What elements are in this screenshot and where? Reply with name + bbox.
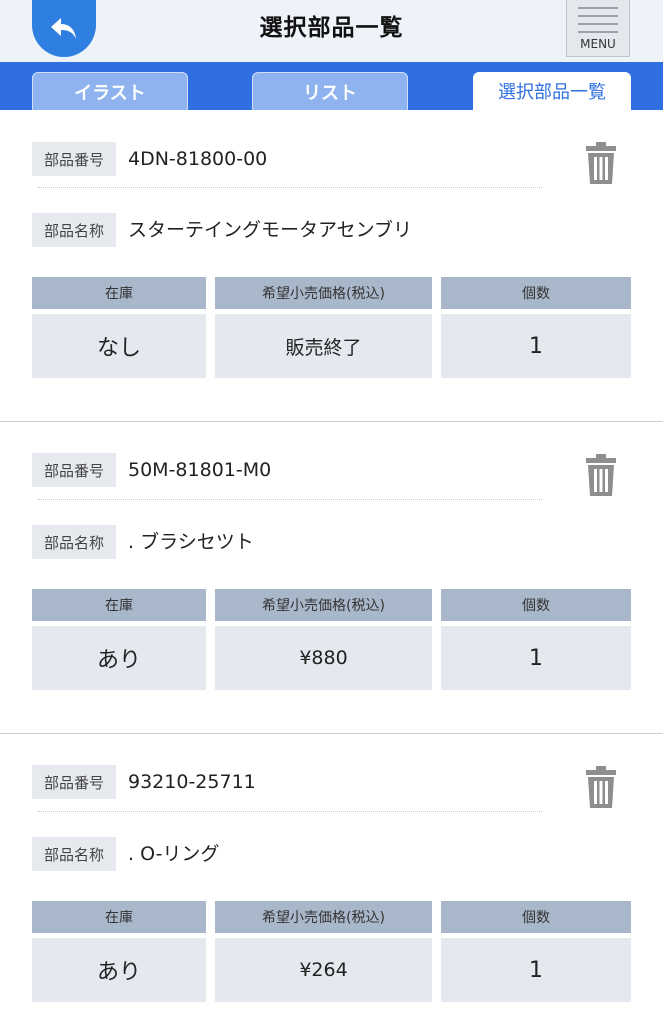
quantity-header: 個数 xyxy=(441,589,631,621)
part-card: 部品番号 50M-81801-M0 部品名称 . ブラシセツト 在庫 希望小売価… xyxy=(0,422,663,734)
stock-header: 在庫 xyxy=(32,901,206,933)
part-card: 部品番号 4DN-81800-00 部品名称 スターテイングモータアセンブリ 在… xyxy=(0,110,663,422)
page-title: 選択部品一覧 xyxy=(259,15,404,41)
part-name-label: 部品名称 xyxy=(32,525,116,559)
part-number-label: 部品番号 xyxy=(32,765,116,799)
price-value: ¥880 xyxy=(215,626,432,690)
part-name-label: 部品名称 xyxy=(32,213,116,247)
quantity-header: 個数 xyxy=(441,901,631,933)
part-name-value: スターテイングモータアセンブリ xyxy=(128,219,413,241)
price-header: 希望小売価格(税込) xyxy=(215,901,432,933)
header: 選択部品一覧 MENU xyxy=(0,0,663,62)
stock-value: あり xyxy=(32,626,206,690)
price-header: 希望小売価格(税込) xyxy=(215,277,432,309)
part-card: 部品番号 93210-25711 部品名称 . O-リング 在庫 希望小売価格(… xyxy=(0,734,663,1024)
part-number-value: 50M-81801-M0 xyxy=(128,459,272,481)
part-number-label: 部品番号 xyxy=(32,453,116,487)
part-name-label: 部品名称 xyxy=(32,837,116,871)
tab-label: リスト xyxy=(303,82,357,104)
stock-header: 在庫 xyxy=(32,589,206,621)
quantity-value[interactable]: 1 xyxy=(441,314,631,378)
part-number-value: 93210-25711 xyxy=(128,771,256,793)
tab-label: イラスト xyxy=(74,82,146,104)
menu-label: MENU xyxy=(580,37,616,51)
tab-bar: イラスト リスト 選択部品一覧 xyxy=(0,62,663,110)
part-name-value: . O-リング xyxy=(128,843,220,865)
tab-list[interactable]: リスト xyxy=(252,72,408,110)
price-value: ¥264 xyxy=(215,938,432,1002)
separator xyxy=(38,811,542,812)
part-number-value: 4DN-81800-00 xyxy=(128,148,268,170)
tab-label: 選択部品一覧 xyxy=(498,82,606,103)
trash-icon[interactable] xyxy=(584,454,618,496)
quantity-header: 個数 xyxy=(441,277,631,309)
part-name-value: . ブラシセツト xyxy=(128,531,254,553)
quantity-value[interactable]: 1 xyxy=(441,938,631,1002)
trash-icon[interactable] xyxy=(584,766,618,808)
price-value: 販売終了 xyxy=(215,314,432,378)
price-header: 希望小売価格(税込) xyxy=(215,589,432,621)
part-number-label: 部品番号 xyxy=(32,142,116,176)
menu-button[interactable]: MENU xyxy=(566,0,630,57)
tab-selected-parts[interactable]: 選択部品一覧 xyxy=(473,72,631,110)
stock-header: 在庫 xyxy=(32,277,206,309)
stock-value: なし xyxy=(32,314,206,378)
quantity-value[interactable]: 1 xyxy=(441,626,631,690)
separator xyxy=(38,499,542,500)
stock-value: あり xyxy=(32,938,206,1002)
trash-icon[interactable] xyxy=(584,142,618,184)
separator xyxy=(38,187,542,188)
tab-illustration[interactable]: イラスト xyxy=(32,72,188,110)
